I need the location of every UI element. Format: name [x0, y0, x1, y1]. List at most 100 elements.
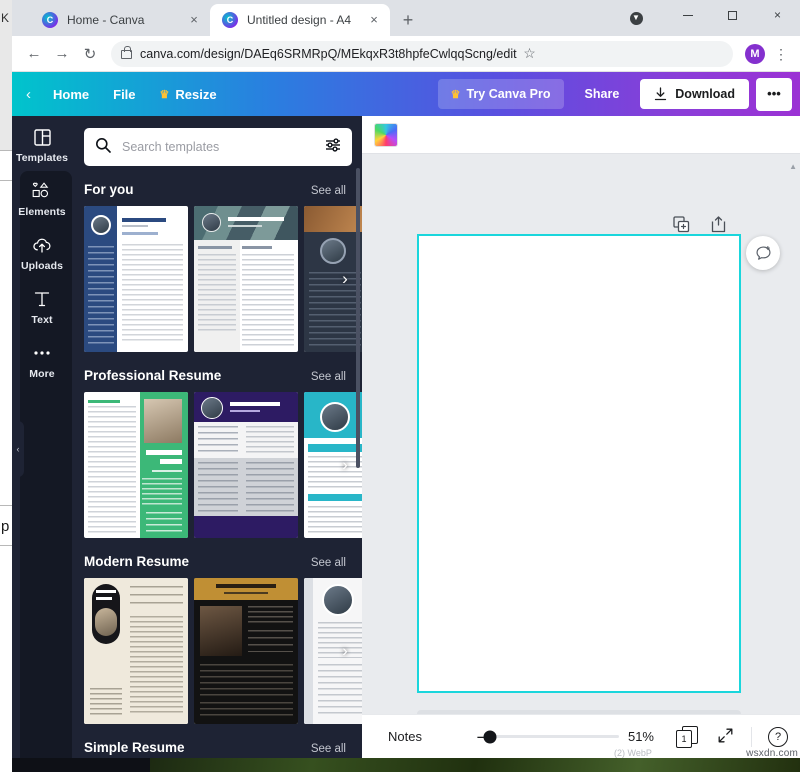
- browser-menu-icon[interactable]: ⋮: [770, 47, 792, 61]
- page-number-label: 1: [676, 729, 692, 748]
- sidebar-item-label: Text: [31, 314, 53, 326]
- edge-divider-1: [0, 150, 12, 151]
- download-button[interactable]: Download: [640, 79, 749, 109]
- template-thumb[interactable]: [194, 206, 298, 352]
- sidebar-item-label: Elements: [18, 206, 66, 218]
- reload-icon[interactable]: ↻: [76, 40, 104, 68]
- resize-label: Resize: [175, 86, 217, 102]
- back-icon[interactable]: ←: [20, 40, 48, 68]
- tab-title: Home - Canva: [67, 13, 145, 27]
- page-count-button[interactable]: 1: [676, 725, 698, 748]
- left-edge-artifact-lower: [0, 150, 12, 180]
- section-header-for-you: For you See all: [72, 166, 362, 206]
- edge-divider-3: [0, 505, 12, 506]
- zoom-track[interactable]: [483, 730, 620, 743]
- templates-panel: Search templates For you See all › Profe…: [72, 116, 362, 758]
- shapes-icon: [32, 180, 52, 202]
- edge-text-top: K: [1, 11, 10, 25]
- home-menu-item[interactable]: Home: [41, 81, 101, 108]
- canva-app: ‹ Home File ♛ Resize ♛ Try Canva Pro Sha…: [12, 72, 800, 758]
- expand-arrows-icon[interactable]: [718, 728, 733, 746]
- filter-sliders-icon[interactable]: [325, 137, 341, 157]
- templates-grid-icon: [33, 126, 51, 148]
- file-menu-item[interactable]: File: [101, 81, 147, 108]
- minimize-button[interactable]: [665, 0, 710, 30]
- address-bar[interactable]: canva.com/design/DAEq6SRMRpQ/MEkqxR3t8hp…: [111, 40, 733, 67]
- zoom-slider[interactable]: –: [477, 729, 620, 744]
- back-chevron-icon[interactable]: ‹: [26, 86, 31, 103]
- browser-tab-home[interactable]: C Home - Canva ×: [30, 4, 210, 36]
- canva-body: Templates Elements Uploads Text More Sea…: [12, 116, 800, 758]
- design-canvas-page[interactable]: [417, 234, 741, 693]
- download-indicator-icon[interactable]: ▼: [623, 5, 649, 31]
- window-controls: ×: [665, 0, 800, 36]
- comment-bubble-icon[interactable]: [746, 236, 780, 270]
- panel-collapse-handle[interactable]: ‹: [12, 421, 24, 477]
- search-templates-bar[interactable]: Search templates: [84, 128, 352, 166]
- section-header-modern: Modern Resume See all: [72, 538, 362, 578]
- search-icon: [95, 137, 113, 158]
- browser-tab-design[interactable]: C Untitled design - A4 ×: [210, 4, 390, 36]
- ellipsis-icon: [32, 342, 52, 364]
- canva-editor: + Add page ▲ ▼ ◀ ▶ ⌃: [362, 116, 800, 758]
- tab-close-icon[interactable]: ×: [366, 12, 382, 28]
- forward-icon[interactable]: →: [48, 40, 76, 68]
- new-tab-button[interactable]: +: [394, 6, 422, 34]
- url-text: canva.com/design/DAEq6SRMRpQ/MEkqxR3t8hp…: [140, 46, 517, 61]
- help-icon[interactable]: ?: [768, 726, 788, 747]
- search-wrapper: Search templates: [72, 116, 362, 166]
- cloud-upload-icon: [32, 234, 52, 256]
- see-all-link[interactable]: See all: [311, 371, 346, 383]
- close-window-button[interactable]: ×: [755, 0, 800, 30]
- sidebar-item-elements[interactable]: Elements: [12, 171, 72, 225]
- notes-button[interactable]: Notes: [388, 729, 422, 744]
- carousel-next-icon[interactable]: ›: [334, 454, 356, 476]
- sidebar-item-text[interactable]: Text: [12, 279, 72, 333]
- maximize-button[interactable]: [710, 0, 755, 30]
- ghost-overlay-text: (2) WebP: [614, 748, 652, 758]
- sidebar-item-label: Templates: [15, 152, 69, 164]
- section-title: Professional Resume: [84, 368, 222, 383]
- template-thumb[interactable]: [84, 578, 188, 724]
- resize-menu-item[interactable]: ♛ Resize: [148, 81, 229, 108]
- crown-icon: ♛: [159, 88, 170, 101]
- try-pro-label: Try Canva Pro: [466, 87, 551, 101]
- edge-divider-2: [0, 180, 12, 181]
- sidebar-item-templates[interactable]: Templates: [12, 116, 72, 171]
- scroll-up-arrow-icon[interactable]: ▲: [789, 162, 797, 171]
- sidebar-item-more[interactable]: More: [12, 333, 72, 387]
- search-input-placeholder[interactable]: Search templates: [122, 140, 325, 154]
- template-row-modern: ›: [72, 578, 362, 724]
- carousel-next-icon[interactable]: ›: [334, 640, 356, 662]
- desktop-wallpaper-strip: [150, 757, 800, 772]
- edge-divider-4: [0, 545, 12, 546]
- template-thumb[interactable]: [84, 392, 188, 538]
- see-all-link[interactable]: See all: [311, 743, 346, 755]
- more-options-button[interactable]: •••: [756, 77, 792, 111]
- template-thumb[interactable]: [194, 578, 298, 724]
- sidebar-item-uploads[interactable]: Uploads: [12, 225, 72, 279]
- try-canva-pro-button[interactable]: ♛ Try Canva Pro: [437, 79, 564, 109]
- sidebar-item-label: Uploads: [20, 260, 64, 272]
- text-t-icon: [33, 288, 51, 310]
- carousel-next-icon[interactable]: ›: [334, 268, 356, 290]
- panel-scrollbar[interactable]: [356, 168, 360, 468]
- section-title: Modern Resume: [84, 554, 190, 569]
- tab-close-icon[interactable]: ×: [186, 12, 202, 28]
- watermark-text: wsxdn.com: [746, 748, 798, 758]
- zoom-percent-label[interactable]: 51%: [628, 729, 654, 744]
- share-button[interactable]: Share: [571, 79, 634, 109]
- lock-icon: [121, 46, 132, 59]
- editor-toolbar: [362, 116, 800, 154]
- bookmark-star-icon[interactable]: ☆: [517, 45, 543, 62]
- browser-window: C Home - Canva × C Untitled design - A4 …: [12, 0, 800, 758]
- see-all-link[interactable]: See all: [311, 185, 346, 197]
- browser-toolbar: ← → ↻ canva.com/design/DAEq6SRMRpQ/MEkqx…: [12, 36, 800, 72]
- color-palette-icon[interactable]: [374, 122, 398, 147]
- zoom-slider-handle[interactable]: [483, 730, 497, 743]
- template-thumb[interactable]: [84, 206, 188, 352]
- profile-avatar[interactable]: M: [745, 43, 765, 64]
- template-thumb[interactable]: [194, 392, 298, 538]
- see-all-link[interactable]: See all: [311, 557, 346, 569]
- canvas-area: + Add page ▲ ▼ ◀ ▶ ⌃: [362, 154, 800, 758]
